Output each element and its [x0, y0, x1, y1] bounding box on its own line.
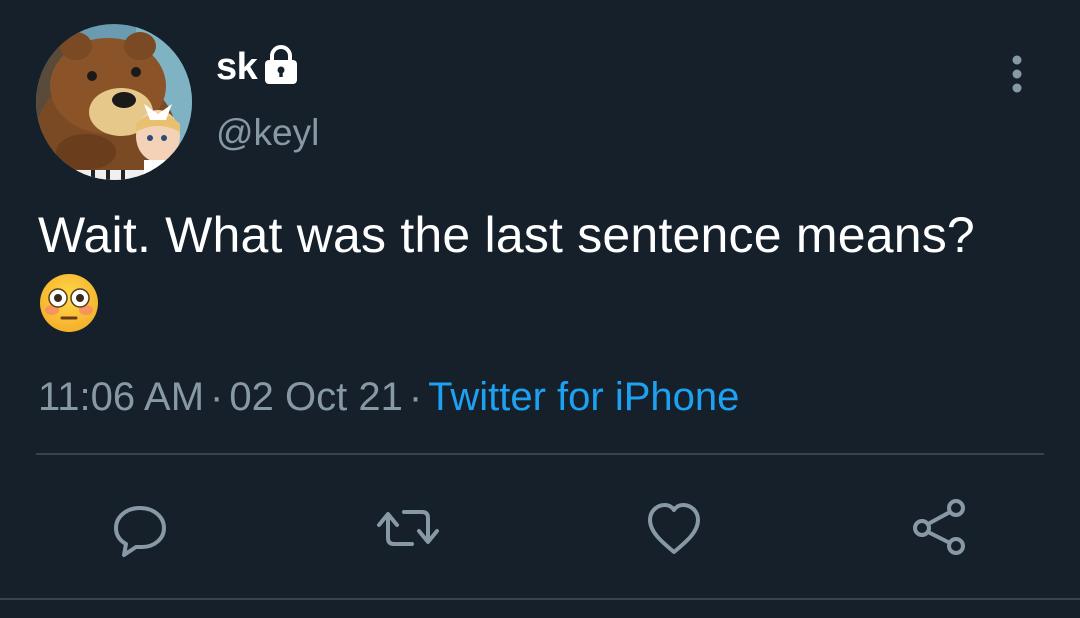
user-handle[interactable]: @keyl	[216, 112, 319, 154]
tweet-source-link[interactable]: Twitter for iPhone	[428, 375, 739, 419]
flushed-face-icon	[38, 272, 100, 334]
tweet-text: Wait. What was the last sentence means?	[38, 207, 975, 263]
like-icon[interactable]	[644, 498, 704, 558]
tweet-time: 11:06 AM	[38, 375, 205, 419]
tweet-detail: sk @keyl Wait. What was the last sentenc…	[0, 0, 1080, 618]
meta-separator: ·	[408, 375, 423, 419]
retweet-icon[interactable]	[376, 498, 439, 558]
display-name[interactable]: sk	[216, 46, 258, 89]
divider	[36, 453, 1044, 455]
avatar-bear-and-girl-icon	[36, 24, 192, 180]
user-name-row: sk	[216, 42, 299, 92]
tweet-date: 02 Oct 21	[229, 375, 403, 419]
more-options-icon[interactable]	[1000, 54, 1034, 98]
reply-icon[interactable]	[110, 498, 170, 558]
share-icon[interactable]	[910, 498, 970, 558]
lock-icon	[263, 45, 299, 85]
tweet-meta: 11:06 AM · 02 Oct 21 · Twitter for iPhone	[38, 372, 739, 422]
meta-separator: ·	[210, 375, 224, 419]
avatar[interactable]	[36, 24, 192, 180]
bottom-divider	[0, 598, 1080, 600]
